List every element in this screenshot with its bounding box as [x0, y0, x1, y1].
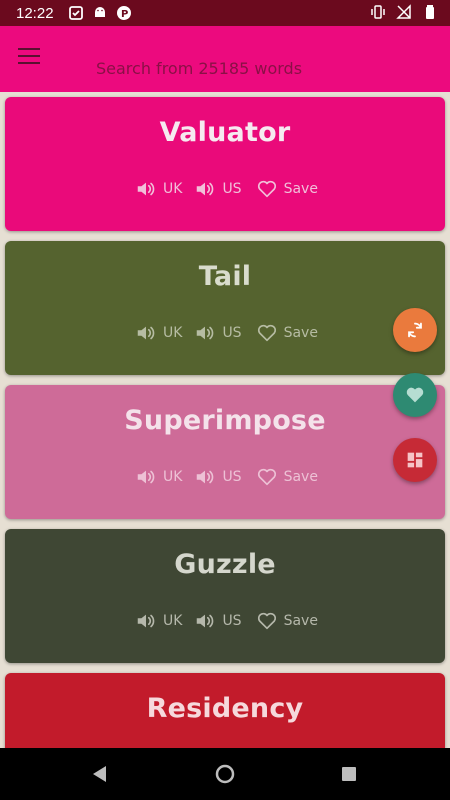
dashboard-button[interactable] — [393, 438, 437, 482]
uk-label: UK — [163, 469, 183, 485]
word-title: Superimpose — [124, 405, 326, 436]
word-title: Guzzle — [174, 549, 276, 580]
uk-label: UK — [163, 613, 183, 629]
pronounce-uk-button[interactable]: UK — [135, 610, 182, 632]
word-card[interactable]: Superimpose UK US Save — [5, 385, 445, 519]
back-icon[interactable] — [90, 764, 108, 784]
pronounce-uk-button[interactable]: UK — [135, 466, 182, 488]
heart-outline-icon — [257, 180, 276, 198]
android-icon — [94, 7, 105, 17]
us-label: US — [222, 181, 242, 197]
battery-icon — [426, 5, 434, 19]
heart-outline-icon — [257, 612, 276, 630]
speaker-icon — [137, 470, 155, 484]
pronounce-uk-button[interactable]: UK — [135, 322, 182, 344]
word-list: Valuator UK US Save Tail UK US Save Superimpose U… — [0, 92, 450, 748]
word-actions: UK US Save — [135, 465, 318, 489]
p-icon: P — [116, 6, 131, 20]
heart-outline-icon — [257, 324, 276, 342]
save-button[interactable]: Save — [256, 610, 318, 632]
pronounce-uk-button[interactable]: UK — [135, 178, 182, 200]
app-bar — [0, 26, 450, 92]
word-title: Valuator — [159, 117, 291, 148]
favorites-button[interactable] — [393, 373, 437, 417]
speaker-icon — [137, 182, 155, 196]
navigation-bar — [0, 748, 450, 800]
pronounce-us-button[interactable]: US — [194, 322, 242, 344]
word-actions: UK US Save — [135, 321, 318, 345]
pronounce-us-button[interactable]: US — [194, 610, 242, 632]
shuffle-button[interactable] — [393, 308, 437, 352]
uk-label: UK — [163, 181, 183, 197]
word-title: Tail — [198, 261, 252, 292]
svg-text:P: P — [121, 9, 128, 20]
vibrate-icon — [371, 5, 385, 19]
save-label: Save — [283, 613, 318, 629]
checklist-icon — [68, 6, 83, 20]
shuffle-icon — [408, 322, 422, 338]
us-label: US — [222, 613, 242, 629]
favorites-heart-icon — [406, 387, 424, 403]
save-label: Save — [283, 469, 318, 485]
word-actions: UK US Save — [135, 609, 318, 633]
speaker-icon — [197, 182, 214, 196]
speaker-icon — [137, 326, 155, 340]
search-input[interactable] — [96, 56, 416, 80]
speaker-icon — [197, 470, 214, 484]
pronounce-us-button[interactable]: US — [194, 466, 242, 488]
word-title: Residency — [146, 693, 304, 724]
home-icon[interactable] — [215, 764, 235, 784]
speaker-icon — [197, 614, 214, 628]
dashboard-icon — [407, 452, 423, 468]
word-card[interactable]: Residency — [5, 673, 445, 748]
status-bar: 12:22 P — [0, 0, 450, 26]
notification-icons: P — [68, 5, 132, 21]
save-button[interactable]: Save — [256, 466, 318, 488]
recents-icon[interactable] — [341, 766, 357, 782]
status-time: 12:22 — [16, 4, 54, 22]
word-card[interactable]: Tail UK US Save — [5, 241, 445, 375]
save-button[interactable]: Save — [256, 178, 318, 200]
us-label: US — [222, 469, 242, 485]
speaker-icon — [197, 326, 214, 340]
word-actions: UK US Save — [135, 177, 318, 201]
word-card[interactable]: Guzzle UK US Save — [5, 529, 445, 663]
uk-label: UK — [163, 325, 183, 341]
system-icons — [370, 4, 438, 20]
word-card[interactable]: Valuator UK US Save — [5, 97, 445, 231]
speaker-icon — [137, 614, 155, 628]
no-signal-icon — [396, 4, 411, 19]
us-label: US — [222, 325, 242, 341]
pronounce-us-button[interactable]: US — [194, 178, 242, 200]
heart-outline-icon — [257, 468, 276, 486]
save-button[interactable]: Save — [256, 322, 318, 344]
save-label: Save — [283, 325, 318, 341]
save-label: Save — [283, 181, 318, 197]
menu-icon[interactable] — [18, 48, 42, 66]
